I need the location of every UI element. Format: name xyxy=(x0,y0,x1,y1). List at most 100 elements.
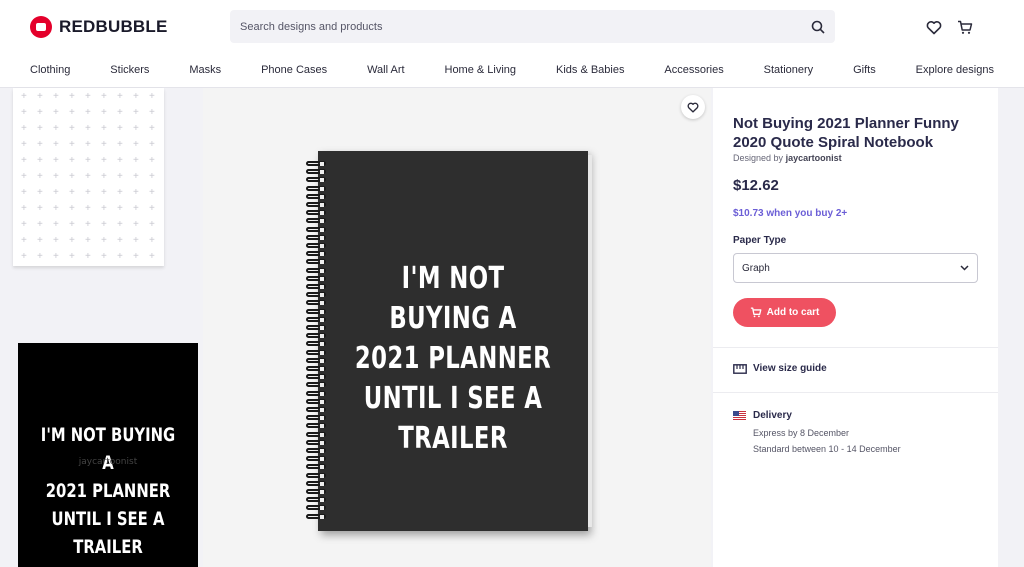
grid-mark: + xyxy=(69,235,75,246)
grid-mark: + xyxy=(117,155,123,166)
nav-item-home-living[interactable]: Home & Living xyxy=(445,56,517,86)
grid-mark: + xyxy=(101,123,107,134)
cart-icon[interactable] xyxy=(954,16,976,38)
grid-mark: + xyxy=(37,139,43,150)
grid-mark: + xyxy=(69,203,75,214)
grid-mark: + xyxy=(149,139,155,150)
spiral-hole xyxy=(320,498,324,503)
spiral-hole xyxy=(320,162,324,166)
grid-mark: + xyxy=(37,203,43,214)
nav-item-explore-designs[interactable]: Explore designs xyxy=(916,56,994,86)
spiral-hole xyxy=(320,473,324,478)
search-icon[interactable] xyxy=(801,10,835,43)
grid-mark: + xyxy=(69,123,75,134)
ruler-icon xyxy=(733,363,747,374)
spiral-hole xyxy=(320,178,324,183)
nav-item-kids-babies[interactable]: Kids & Babies xyxy=(556,56,624,86)
spiral-hole xyxy=(320,252,324,257)
grid-mark: + xyxy=(69,155,75,166)
nav-item-clothing[interactable]: Clothing xyxy=(30,56,70,86)
grid-mark: + xyxy=(117,107,123,118)
heart-icon xyxy=(687,102,699,113)
nav-item-masks[interactable]: Masks xyxy=(189,56,221,86)
grid-mark: + xyxy=(133,203,139,214)
grid-mark: + xyxy=(53,107,59,118)
favorite-button[interactable] xyxy=(681,95,705,119)
grid-mark: + xyxy=(37,235,43,246)
redbubble-logo[interactable]: REDBUBBLE xyxy=(30,14,168,40)
spiral-binding xyxy=(306,161,326,521)
notebook-image: I'M NOT BUYING A 2021 PLANNER UNTIL I SE… xyxy=(306,151,592,531)
nav-item-stationery[interactable]: Stationery xyxy=(764,56,814,86)
grid-mark: + xyxy=(133,123,139,134)
nav-item-phone-cases[interactable]: Phone Cases xyxy=(261,56,327,86)
grid-mark: + xyxy=(101,251,107,262)
grid-mark: + xyxy=(101,155,107,166)
grid-mark: + xyxy=(37,155,43,166)
grid-mark: + xyxy=(21,107,27,118)
spiral-hole xyxy=(320,367,324,371)
grid-mark: + xyxy=(85,203,91,214)
grid-mark: + xyxy=(117,123,123,134)
search-bar xyxy=(230,10,835,43)
spiral-hole xyxy=(320,465,324,470)
thumbnail-cover-design[interactable]: I'M NOT BUYING A 2021 PLANNER UNTIL I SE… xyxy=(18,343,198,567)
notebook-cover-text: I'M NOT BUYING A 2021 PLANNER UNTIL I SE… xyxy=(354,261,552,456)
category-nav: Clothing Stickers Masks Phone Cases Wall… xyxy=(0,56,1024,86)
add-to-cart-button[interactable]: Add to cart xyxy=(733,298,836,327)
grid-mark: + xyxy=(133,187,139,198)
spiral-hole xyxy=(320,309,324,314)
grid-mark: + xyxy=(101,107,107,118)
designer-link[interactable]: jaycartoonist xyxy=(786,153,842,163)
grid-mark: + xyxy=(53,251,59,262)
divider xyxy=(713,392,998,393)
size-guide-link[interactable]: View size guide xyxy=(733,363,827,374)
grid-mark: + xyxy=(37,107,43,118)
grid-mark: + xyxy=(133,155,139,166)
nav-item-accessories[interactable]: Accessories xyxy=(664,56,723,86)
spiral-hole xyxy=(320,211,324,216)
spiral-hole xyxy=(320,391,324,396)
nav-item-stickers[interactable]: Stickers xyxy=(110,56,149,86)
spiral-hole xyxy=(320,358,324,363)
spiral-hole xyxy=(320,260,324,265)
grid-mark: + xyxy=(53,139,59,150)
nav-item-wall-art[interactable]: Wall Art xyxy=(367,56,405,86)
paper-type-value: Graph xyxy=(742,262,770,274)
grid-mark: + xyxy=(69,171,75,182)
grid-mark: + xyxy=(69,251,75,262)
grid-mark: + xyxy=(69,219,75,230)
search-input[interactable] xyxy=(230,10,801,43)
heart-icon[interactable] xyxy=(923,16,945,38)
grid-mark: + xyxy=(85,251,91,262)
spiral-hole xyxy=(320,276,324,281)
product-image-viewer: I'M NOT BUYING A 2021 PLANNER UNTIL I SE… xyxy=(203,88,711,567)
thumbnail-gallery: + + + + + + + + + + + + + + + + + + + + + + + + + + + + + + + + + + + + + + + +… xyxy=(13,88,203,567)
spiral-hole xyxy=(320,449,324,453)
paper-type-select[interactable]: Graph xyxy=(733,253,978,283)
paper-type-label: Paper Type xyxy=(733,235,787,246)
nav-item-gifts[interactable]: Gifts xyxy=(853,56,876,86)
spiral-hole xyxy=(320,186,324,191)
grid-mark: + xyxy=(53,219,59,230)
spiral-hole xyxy=(320,399,324,404)
grid-mark: + xyxy=(133,251,139,262)
grid-mark: + xyxy=(69,107,75,118)
grid-mark: + xyxy=(21,123,27,134)
grid-mark: + xyxy=(117,139,123,150)
spiral-hole xyxy=(320,457,324,462)
product-details-panel: Not Buying 2021 Planner Funny 2020 Quote… xyxy=(713,88,998,567)
grid-mark: + xyxy=(53,235,59,246)
spiral-hole xyxy=(320,506,324,511)
delivery-heading: Delivery xyxy=(733,410,792,421)
spiral-hole xyxy=(320,170,324,175)
grid-mark: + xyxy=(149,123,155,134)
spiral-hole xyxy=(320,383,324,388)
express-delivery: Express by 8 December xyxy=(753,428,850,438)
grid-mark: + xyxy=(149,251,155,262)
product-title: Not Buying 2021 Planner Funny 2020 Quote… xyxy=(733,115,959,151)
bulk-price: $10.73 when you buy 2+ xyxy=(733,208,848,219)
spiral-hole xyxy=(320,375,324,380)
grid-mark: + xyxy=(85,235,91,246)
thumbnail-graph-paper[interactable]: + + + + + + + + + + + + + + + + + + + + + + + + + + + + + + + + + + + + + + + +… xyxy=(13,88,164,266)
